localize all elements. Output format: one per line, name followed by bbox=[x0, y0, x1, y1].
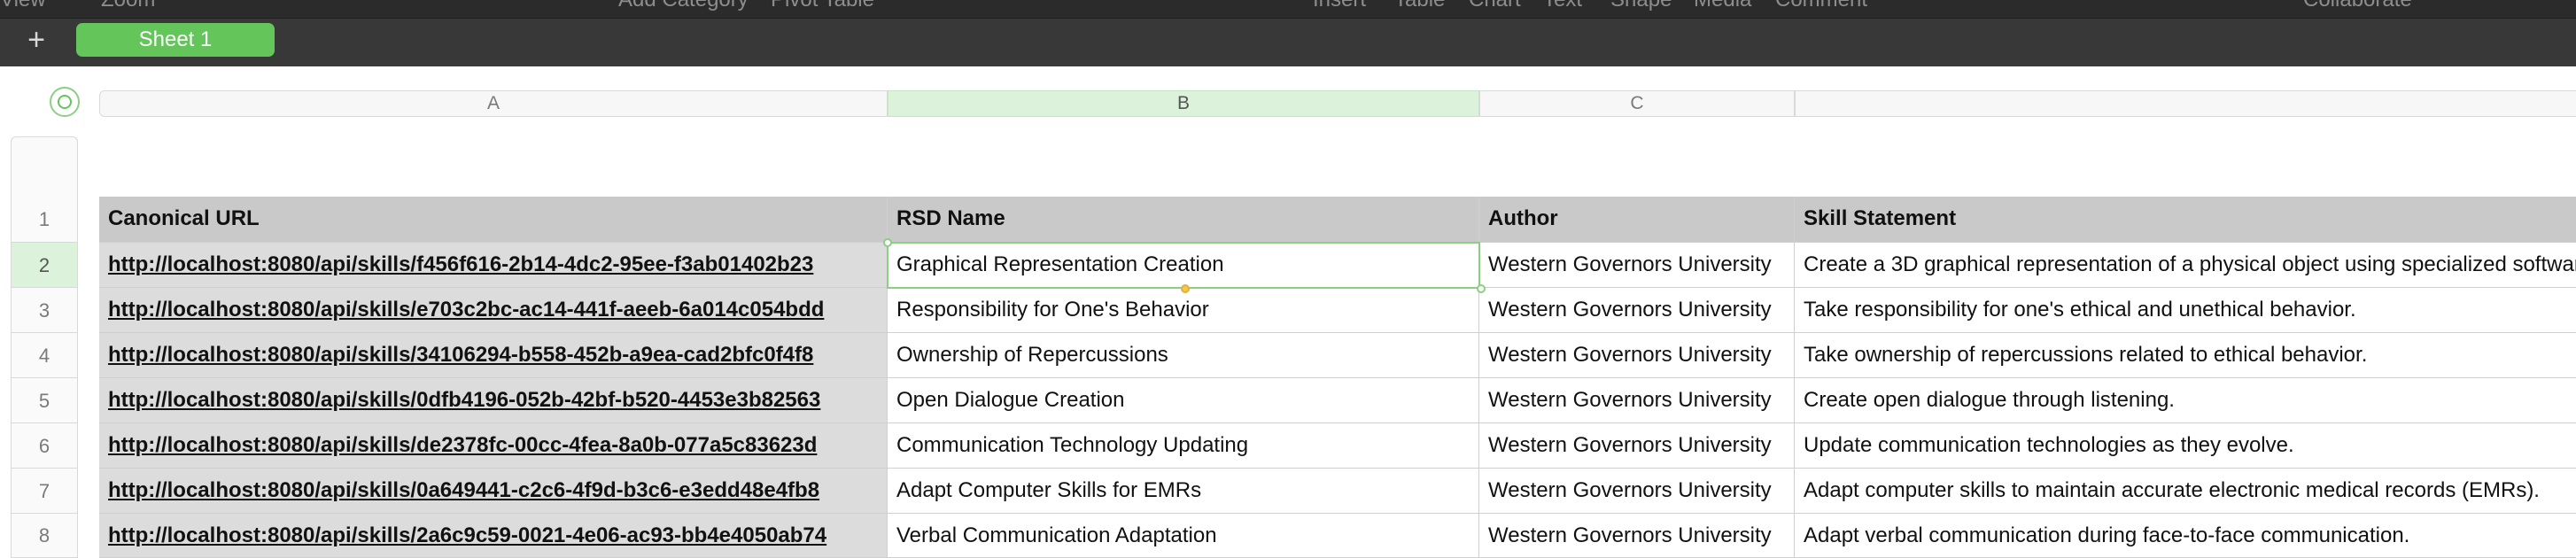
cell-url[interactable]: http://localhost:8080/api/skills/3410629… bbox=[99, 333, 888, 378]
column-header-c[interactable]: C bbox=[1479, 90, 1795, 117]
cell-rsd-name[interactable]: Verbal Communication Adaptation bbox=[888, 514, 1479, 558]
cell-rsd-name[interactable]: Graphical Representation Creation bbox=[888, 243, 1479, 288]
cell-skill-statement[interactable]: Create open dialogue through listening. bbox=[1795, 378, 2576, 423]
toolbar-view[interactable]: View bbox=[0, 0, 46, 12]
cell-url[interactable]: http://localhost:8080/api/skills/f456f61… bbox=[99, 243, 888, 288]
cell-skill-statement[interactable]: Adapt verbal communication during face-t… bbox=[1795, 514, 2576, 558]
toolbar-add-category[interactable]: Add Category bbox=[618, 0, 749, 12]
column-header-bar: A B C bbox=[99, 90, 2576, 117]
toolbar-insert[interactable]: Insert bbox=[1313, 0, 1366, 12]
cell-skill-statement[interactable]: Take ownership of repercussions related … bbox=[1795, 333, 2576, 378]
row-header-5[interactable]: 5 bbox=[11, 378, 78, 423]
cell-rsd-name[interactable]: Communication Technology Updating bbox=[888, 423, 1479, 469]
toolbar-text[interactable]: Text bbox=[1543, 0, 1582, 12]
row-header-6[interactable]: 6 bbox=[11, 423, 78, 469]
sheet-tab-bar: + Sheet 1 bbox=[0, 18, 2576, 66]
cell-rsd-name[interactable]: Responsibility for One's Behavior bbox=[888, 288, 1479, 333]
toolbar-media[interactable]: Media bbox=[1694, 0, 1751, 12]
toolbar-table[interactable]: Table bbox=[1394, 0, 1445, 12]
row-header-1[interactable]: 1 bbox=[11, 197, 78, 243]
toolbar-chart[interactable]: Chart bbox=[1469, 0, 1521, 12]
toolbar-shape[interactable]: Shape bbox=[1610, 0, 1672, 12]
cell-url[interactable]: http://localhost:8080/api/skills/0a64944… bbox=[99, 469, 888, 514]
cell-skill-statement[interactable]: Adapt computer skills to maintain accura… bbox=[1795, 469, 2576, 514]
toolbar-zoom[interactable]: Zoom bbox=[101, 0, 155, 12]
cell-author[interactable]: Western Governors University bbox=[1479, 423, 1795, 469]
row-header-gutter bbox=[11, 136, 78, 197]
row-header-7[interactable]: 7 bbox=[11, 469, 78, 514]
column-header-a[interactable]: A bbox=[99, 90, 888, 117]
header-cell-canonical-url[interactable]: Canonical URL bbox=[99, 197, 888, 243]
cell-rsd-name[interactable]: Open Dialogue Creation bbox=[888, 378, 1479, 423]
cell-rsd-name[interactable]: Ownership of Repercussions bbox=[888, 333, 1479, 378]
header-cell-rsd-name[interactable]: RSD Name bbox=[888, 197, 1479, 243]
tab-sheet-1[interactable]: Sheet 1 bbox=[76, 23, 275, 57]
cell-author[interactable]: Western Governors University bbox=[1479, 378, 1795, 423]
header-cell-author[interactable]: Author bbox=[1479, 197, 1795, 243]
row-header-2[interactable]: 2 bbox=[11, 243, 78, 288]
add-sheet-button[interactable]: + bbox=[21, 22, 51, 58]
cell-author[interactable]: Western Governors University bbox=[1479, 333, 1795, 378]
cell-url[interactable]: http://localhost:8080/api/skills/2a6c9c5… bbox=[99, 514, 888, 558]
row-header-4[interactable]: 4 bbox=[11, 333, 78, 378]
cell-url[interactable]: http://localhost:8080/api/skills/0dfb419… bbox=[99, 378, 888, 423]
toolbar-pivot-table[interactable]: Pivot Table bbox=[771, 0, 874, 12]
header-cell-skill-statement[interactable]: Skill Statement bbox=[1795, 197, 2576, 243]
toolbar: View Zoom Add Category Pivot Table Inser… bbox=[0, 0, 2576, 18]
cell-author[interactable]: Western Governors University bbox=[1479, 514, 1795, 558]
cell-author[interactable]: Western Governors University bbox=[1479, 469, 1795, 514]
table-select-all-icon[interactable] bbox=[50, 87, 80, 117]
row-header-8[interactable]: 8 bbox=[11, 514, 78, 558]
column-header-d[interactable] bbox=[1795, 90, 2576, 117]
cell-skill-statement[interactable]: Update communication technologies as the… bbox=[1795, 423, 2576, 469]
cell-rsd-name[interactable]: Adapt Computer Skills for EMRs bbox=[888, 469, 1479, 514]
cell-skill-statement[interactable]: Take responsibility for one's ethical an… bbox=[1795, 288, 2576, 333]
cell-url[interactable]: http://localhost:8080/api/skills/e703c2b… bbox=[99, 288, 888, 333]
cell-url[interactable]: http://localhost:8080/api/skills/de2378f… bbox=[99, 423, 888, 469]
cell-author[interactable]: Western Governors University bbox=[1479, 288, 1795, 333]
toolbar-comment[interactable]: Comment bbox=[1775, 0, 1867, 12]
cell-skill-statement[interactable]: Create a 3D graphical representation of … bbox=[1795, 243, 2576, 288]
column-header-b[interactable]: B bbox=[888, 90, 1479, 117]
row-header-3[interactable]: 3 bbox=[11, 288, 78, 333]
toolbar-collaborate[interactable]: Collaborate bbox=[2303, 0, 2412, 12]
cell-author[interactable]: Western Governors University bbox=[1479, 243, 1795, 288]
